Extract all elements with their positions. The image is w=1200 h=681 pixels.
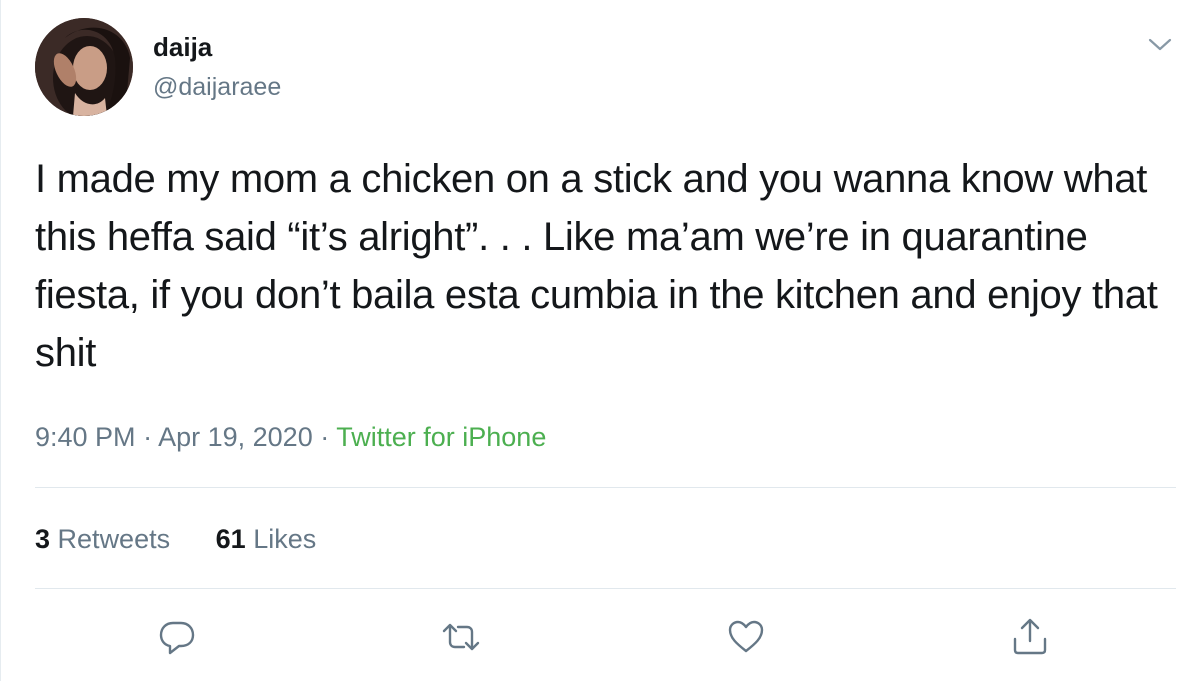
divider bbox=[35, 487, 1176, 488]
likes-stat[interactable]: 61 Likes bbox=[216, 524, 317, 554]
tweet-text: I made my mom a chicken on a stick and y… bbox=[35, 157, 1158, 375]
tweet-stats: 3 Retweets 61 Likes bbox=[35, 522, 354, 556]
tweet-time[interactable]: 9:40 PM bbox=[35, 422, 136, 452]
chevron-down-icon[interactable] bbox=[1145, 30, 1175, 60]
retweet-icon[interactable] bbox=[440, 616, 482, 658]
avatar[interactable] bbox=[35, 18, 133, 116]
divider bbox=[35, 588, 1176, 589]
user-handle[interactable]: @daijaraee bbox=[153, 72, 281, 102]
tweet-meta: 9:40 PM · Apr 19, 2020 · Twitter for iPh… bbox=[35, 420, 546, 454]
tweet-source-link[interactable]: Twitter for iPhone bbox=[336, 422, 546, 452]
heart-icon[interactable] bbox=[725, 616, 767, 658]
display-name[interactable]: daija bbox=[153, 32, 212, 62]
reply-icon[interactable] bbox=[156, 616, 198, 658]
retweets-label: Retweets bbox=[57, 524, 171, 554]
profile-photo bbox=[35, 18, 133, 116]
meta-separator: · bbox=[143, 422, 153, 452]
retweets-stat[interactable]: 3 Retweets bbox=[35, 524, 170, 554]
tweet-card: daija @daijaraee I made my mom a chicken… bbox=[0, 0, 1200, 681]
share-icon[interactable] bbox=[1009, 616, 1051, 658]
likes-count: 61 bbox=[215, 524, 246, 554]
retweets-count: 3 bbox=[35, 524, 51, 554]
likes-label: Likes bbox=[253, 524, 317, 554]
meta-separator: · bbox=[320, 422, 330, 452]
tweet-date[interactable]: Apr 19, 2020 bbox=[158, 422, 313, 452]
